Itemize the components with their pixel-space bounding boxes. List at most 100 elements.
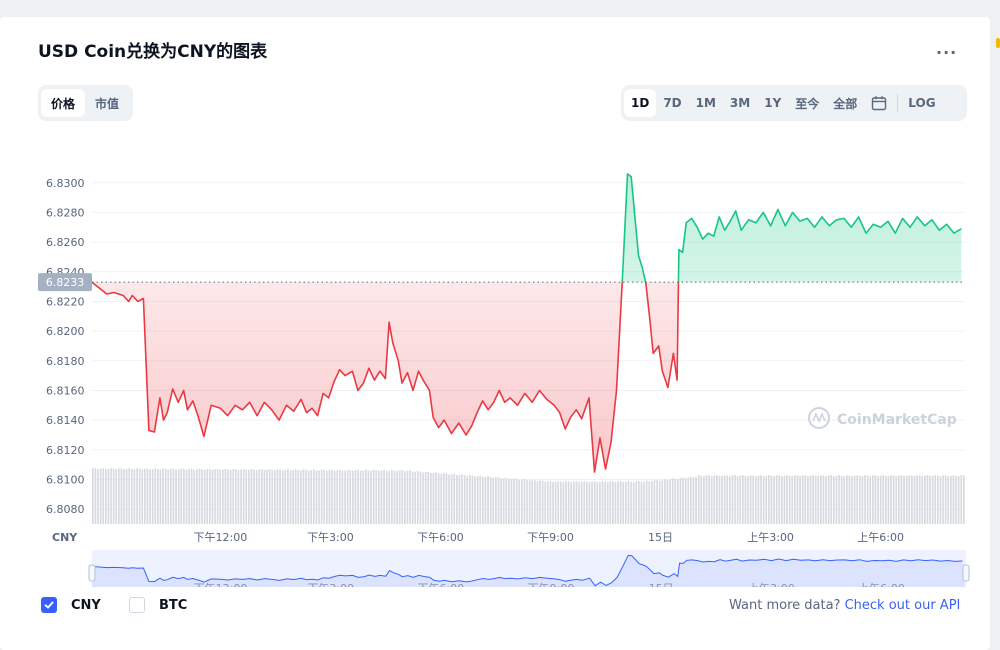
volume-bar: [146, 468, 149, 524]
currency-axis-label: CNY: [52, 531, 78, 544]
volume-bar: [177, 469, 180, 524]
volume-bar: [593, 481, 596, 524]
range-1d[interactable]: 1D: [624, 89, 657, 117]
volume-bar: [515, 478, 518, 524]
volume-bar: [622, 481, 625, 524]
range-3m[interactable]: 3M: [723, 89, 757, 117]
volume-bar: [807, 476, 809, 524]
volume-bar: [414, 471, 417, 524]
volume-bar: [297, 470, 300, 524]
volume-bar: [196, 469, 198, 524]
volume-bar: [190, 468, 193, 524]
volume-bar: [344, 470, 346, 524]
tab-price[interactable]: 价格: [41, 89, 85, 117]
volume-bar: [391, 469, 393, 524]
volume-bar: [651, 481, 653, 524]
volume-bar: [580, 482, 583, 524]
x-tick-label: 上午6:00: [857, 531, 904, 544]
volume-bar: [128, 468, 131, 524]
volume-bar: [885, 475, 887, 524]
volume-bar: [276, 469, 279, 524]
legend-btc[interactable]: BTC: [129, 597, 187, 613]
volume-bar: [214, 469, 216, 524]
volume-bar: [315, 470, 318, 524]
volume-bar: [747, 476, 749, 524]
api-text: Want more data?: [729, 598, 841, 613]
navigator-tick-label: 上午3:00: [748, 582, 795, 587]
y-tick-label: 6.8260: [46, 236, 85, 249]
volume-bar: [547, 481, 549, 524]
tab-market-cap[interactable]: 市值: [85, 89, 129, 117]
range-all[interactable]: 全部: [826, 89, 864, 117]
baseline-label-bg: [38, 273, 92, 292]
volume-bar: [274, 470, 276, 524]
volume-bar: [310, 469, 313, 524]
volume-bar: [726, 475, 729, 524]
volume-bar: [796, 475, 799, 524]
volume-bar: [305, 469, 307, 524]
volume-bar: [245, 469, 248, 524]
divider: [897, 94, 899, 112]
volume-bar: [705, 475, 708, 524]
volume-bar: [830, 475, 833, 524]
volume-bar: [887, 476, 890, 524]
navigator-handle-right: [962, 564, 970, 582]
navigator-tick-label: 下午12:00: [194, 582, 248, 587]
volume-bar: [944, 475, 947, 524]
volume-bar: [645, 480, 648, 524]
volume-bar: [427, 471, 430, 524]
volume-bar: [731, 475, 734, 524]
volume-bar: [203, 469, 206, 524]
volume-bar: [606, 482, 609, 524]
range-1y[interactable]: 1Y: [757, 89, 788, 117]
volume-bar: [385, 470, 388, 524]
x-tick-label: 下午3:00: [307, 531, 354, 544]
legend-cny[interactable]: CNY: [41, 597, 101, 613]
volume-bar: [609, 481, 612, 524]
range-7d[interactable]: 7D: [656, 89, 688, 117]
volume-bar: [227, 469, 229, 524]
volume-bar: [562, 482, 565, 524]
volume-bar: [929, 475, 931, 524]
volume-bar: [560, 481, 562, 524]
log-scale-button[interactable]: LOG: [901, 89, 942, 117]
more-options-icon[interactable]: ...: [936, 39, 957, 58]
volume-bar: [349, 470, 352, 524]
checkbox-unchecked-icon[interactable]: [129, 597, 145, 613]
volume-bar: [960, 475, 963, 524]
volume-bar: [856, 475, 859, 524]
volume-bar: [762, 475, 765, 524]
volume-bar: [487, 476, 489, 524]
volume-bar: [401, 470, 404, 524]
navigator-handle-left: [88, 564, 96, 582]
volume-bar: [495, 477, 497, 524]
volume-bar: [380, 470, 383, 524]
volume-bar: [367, 470, 370, 524]
range-ytd[interactable]: 至今: [788, 89, 826, 117]
volume-bar: [263, 470, 266, 524]
volume-bar: [154, 468, 157, 524]
volume-bar: [500, 478, 502, 524]
volume-bar: [523, 479, 526, 524]
volume-bar: [105, 469, 107, 524]
checkbox-checked-icon[interactable]: [41, 597, 57, 613]
volume-bar: [383, 469, 385, 524]
volume-bar: [448, 474, 450, 524]
volume-bar: [320, 469, 323, 524]
volume-bar: [575, 481, 578, 524]
range-1m[interactable]: 1M: [689, 89, 723, 117]
volume-bar: [339, 469, 341, 524]
volume-bar: [690, 476, 692, 524]
volume-bar: [370, 470, 372, 524]
volume-bar: [791, 476, 794, 524]
volume-bar: [505, 477, 508, 524]
volume-bar: [120, 468, 123, 524]
volume-bar: [281, 470, 284, 524]
volume-bar: [258, 469, 261, 524]
volume-bar: [476, 476, 479, 524]
api-link[interactable]: Check out our API: [845, 598, 961, 613]
volume-bar: [586, 481, 588, 524]
calendar-button[interactable]: [864, 89, 894, 117]
volume-bar: [825, 476, 827, 524]
volume-bar: [934, 475, 937, 524]
